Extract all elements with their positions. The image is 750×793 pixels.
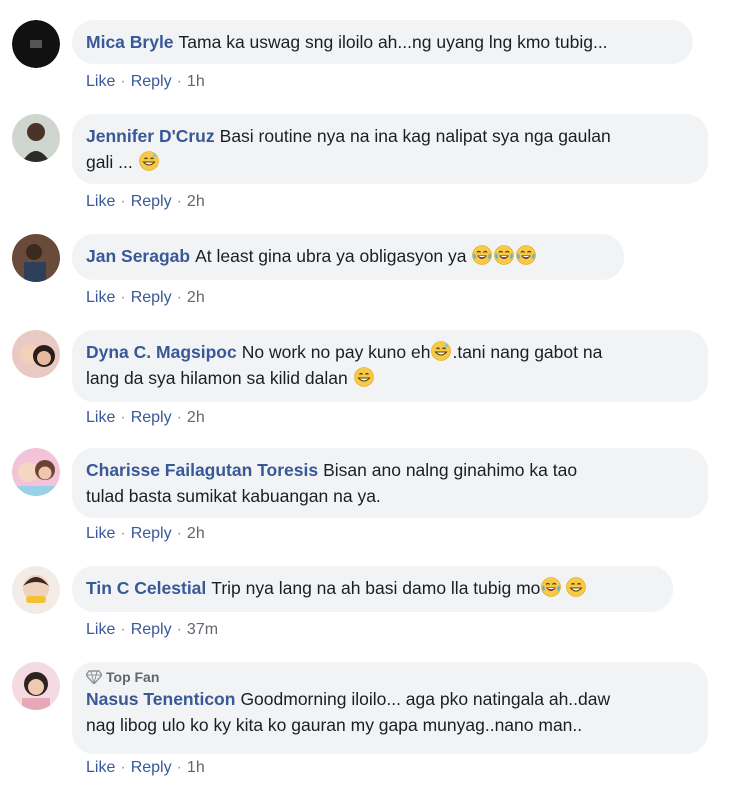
separator: · [176, 621, 182, 638]
comment-actions: Like · Reply · 2h [86, 524, 205, 544]
like-link[interactable]: Like [86, 193, 115, 210]
avatar-image [12, 20, 60, 68]
timestamp[interactable]: 37m [187, 621, 218, 638]
like-link[interactable]: Like [86, 409, 115, 426]
like-link[interactable]: Like [86, 759, 115, 776]
timestamp[interactable]: 1h [187, 73, 205, 90]
separator: · [176, 409, 182, 426]
reply-link[interactable]: Reply [131, 193, 172, 210]
avatar-image [12, 662, 60, 710]
comment-text: Basi routine nya na ina kag nalipat sya … [219, 126, 611, 146]
grinning-sweat-emoji [431, 341, 451, 361]
separator: · [120, 289, 126, 306]
commenter-name[interactable]: Tin C Celestial [86, 578, 206, 598]
avatar[interactable] [12, 20, 60, 68]
like-link[interactable]: Like [86, 289, 115, 306]
avatar-image [12, 566, 60, 614]
avatar[interactable] [12, 662, 60, 710]
separator: · [120, 621, 126, 638]
timestamp[interactable]: 2h [187, 289, 205, 306]
comment-bubble: Jan Seragab At least gina ubra ya obligas… [72, 234, 624, 280]
like-link[interactable]: Like [86, 621, 115, 638]
comment-text: .tani nang gabot na [452, 342, 603, 362]
avatar-image [12, 114, 60, 162]
comment-actions: Like · Reply · 2h [86, 408, 205, 428]
commenter-name[interactable]: Nasus Tenenticon [86, 689, 235, 709]
grin-emoji [354, 367, 374, 387]
comment-text: lang da sya hilamon sa kilid dalan [86, 368, 353, 388]
grinning-sweat-emoji [139, 151, 159, 171]
separator: · [120, 409, 126, 426]
separator: · [176, 73, 182, 90]
comment-text: Trip nya lang na ah basi damo lla tubig … [211, 578, 541, 598]
comment-bubble: Jennifer D'Cruz Basi routine nya na ina k… [72, 114, 708, 184]
tears-of-joy-emoji [541, 577, 561, 597]
top-fan-label: Top Fan [106, 669, 160, 685]
avatar-image [12, 330, 60, 378]
reply-link[interactable]: Reply [131, 759, 172, 776]
avatar-image [12, 448, 60, 496]
commenter-name[interactable]: Charisse Failagutan Toresis [86, 460, 318, 480]
separator: · [176, 759, 182, 776]
comment-text: At least gina ubra ya obligasyon ya [195, 246, 472, 266]
separator: · [176, 289, 182, 306]
reply-link[interactable]: Reply [131, 73, 172, 90]
comment-text: Bisan ano nalng ginahimo ka tao [323, 460, 578, 480]
avatar[interactable] [12, 448, 60, 496]
comment-actions: Like · Reply · 1h [86, 72, 205, 92]
timestamp[interactable]: 2h [187, 409, 205, 426]
comment-text: Goodmorning iloilo... aga pko natingala … [240, 689, 611, 709]
avatar[interactable] [12, 234, 60, 282]
diamond-icon [86, 670, 102, 684]
like-link[interactable]: Like [86, 525, 115, 542]
comment-bubble: Mica Bryle Tama ka uswag sng iloilo ah...… [72, 20, 693, 64]
commenter-name[interactable]: Jennifer D'Cruz [86, 126, 215, 146]
separator: · [120, 73, 126, 90]
comment-text: gali ... [86, 152, 138, 172]
comment-text: No work no pay kuno eh [241, 342, 431, 362]
top-fan-badge: Top Fan [86, 668, 692, 686]
comment-actions: Like · Reply · 1h [86, 758, 205, 778]
comment-text: nag libog ulo ko ky kita ko gauran my ga… [86, 715, 583, 735]
comment-bubble: Dyna C. Magsipoc No work no pay kuno eh .t… [72, 330, 708, 402]
timestamp[interactable]: 2h [187, 525, 205, 542]
comment-actions: Like · Reply · 37m [86, 620, 218, 640]
timestamp[interactable]: 1h [187, 759, 205, 776]
reply-link[interactable]: Reply [131, 289, 172, 306]
commenter-name[interactable]: Mica Bryle [86, 32, 174, 52]
comment-bubble: Charisse Failagutan Toresis Bisan ano nal… [72, 448, 708, 518]
comment-text: Tama ka uswag sng iloilo ah...ng uyang l… [178, 32, 608, 52]
tears-of-joy-emoji [516, 245, 536, 265]
timestamp[interactable]: 2h [187, 193, 205, 210]
avatar[interactable] [12, 566, 60, 614]
tears-of-joy-emoji [472, 245, 492, 265]
separator: · [176, 193, 182, 210]
avatar-image [12, 234, 60, 282]
separator: · [120, 525, 126, 542]
separator: · [120, 193, 126, 210]
avatar[interactable] [12, 114, 60, 162]
comment-actions: Like · Reply · 2h [86, 192, 205, 212]
comment-text: tulad basta sumikat kabuangan na ya. [86, 486, 381, 506]
grin-emoji [566, 577, 586, 597]
tears-of-joy-emoji [494, 245, 514, 265]
commenter-name[interactable]: Jan Seragab [86, 246, 190, 266]
separator: · [120, 759, 126, 776]
comment-bubble: Top Fan Nasus Tenenticon Goodmorning iloi… [72, 662, 708, 754]
avatar[interactable] [12, 330, 60, 378]
reply-link[interactable]: Reply [131, 409, 172, 426]
like-link[interactable]: Like [86, 73, 115, 90]
reply-link[interactable]: Reply [131, 525, 172, 542]
reply-link[interactable]: Reply [131, 621, 172, 638]
comment-bubble: Tin C Celestial Trip nya lang na ah basi … [72, 566, 673, 612]
separator: · [176, 525, 182, 542]
commenter-name[interactable]: Dyna C. Magsipoc [86, 342, 237, 362]
comment-actions: Like · Reply · 2h [86, 288, 205, 308]
